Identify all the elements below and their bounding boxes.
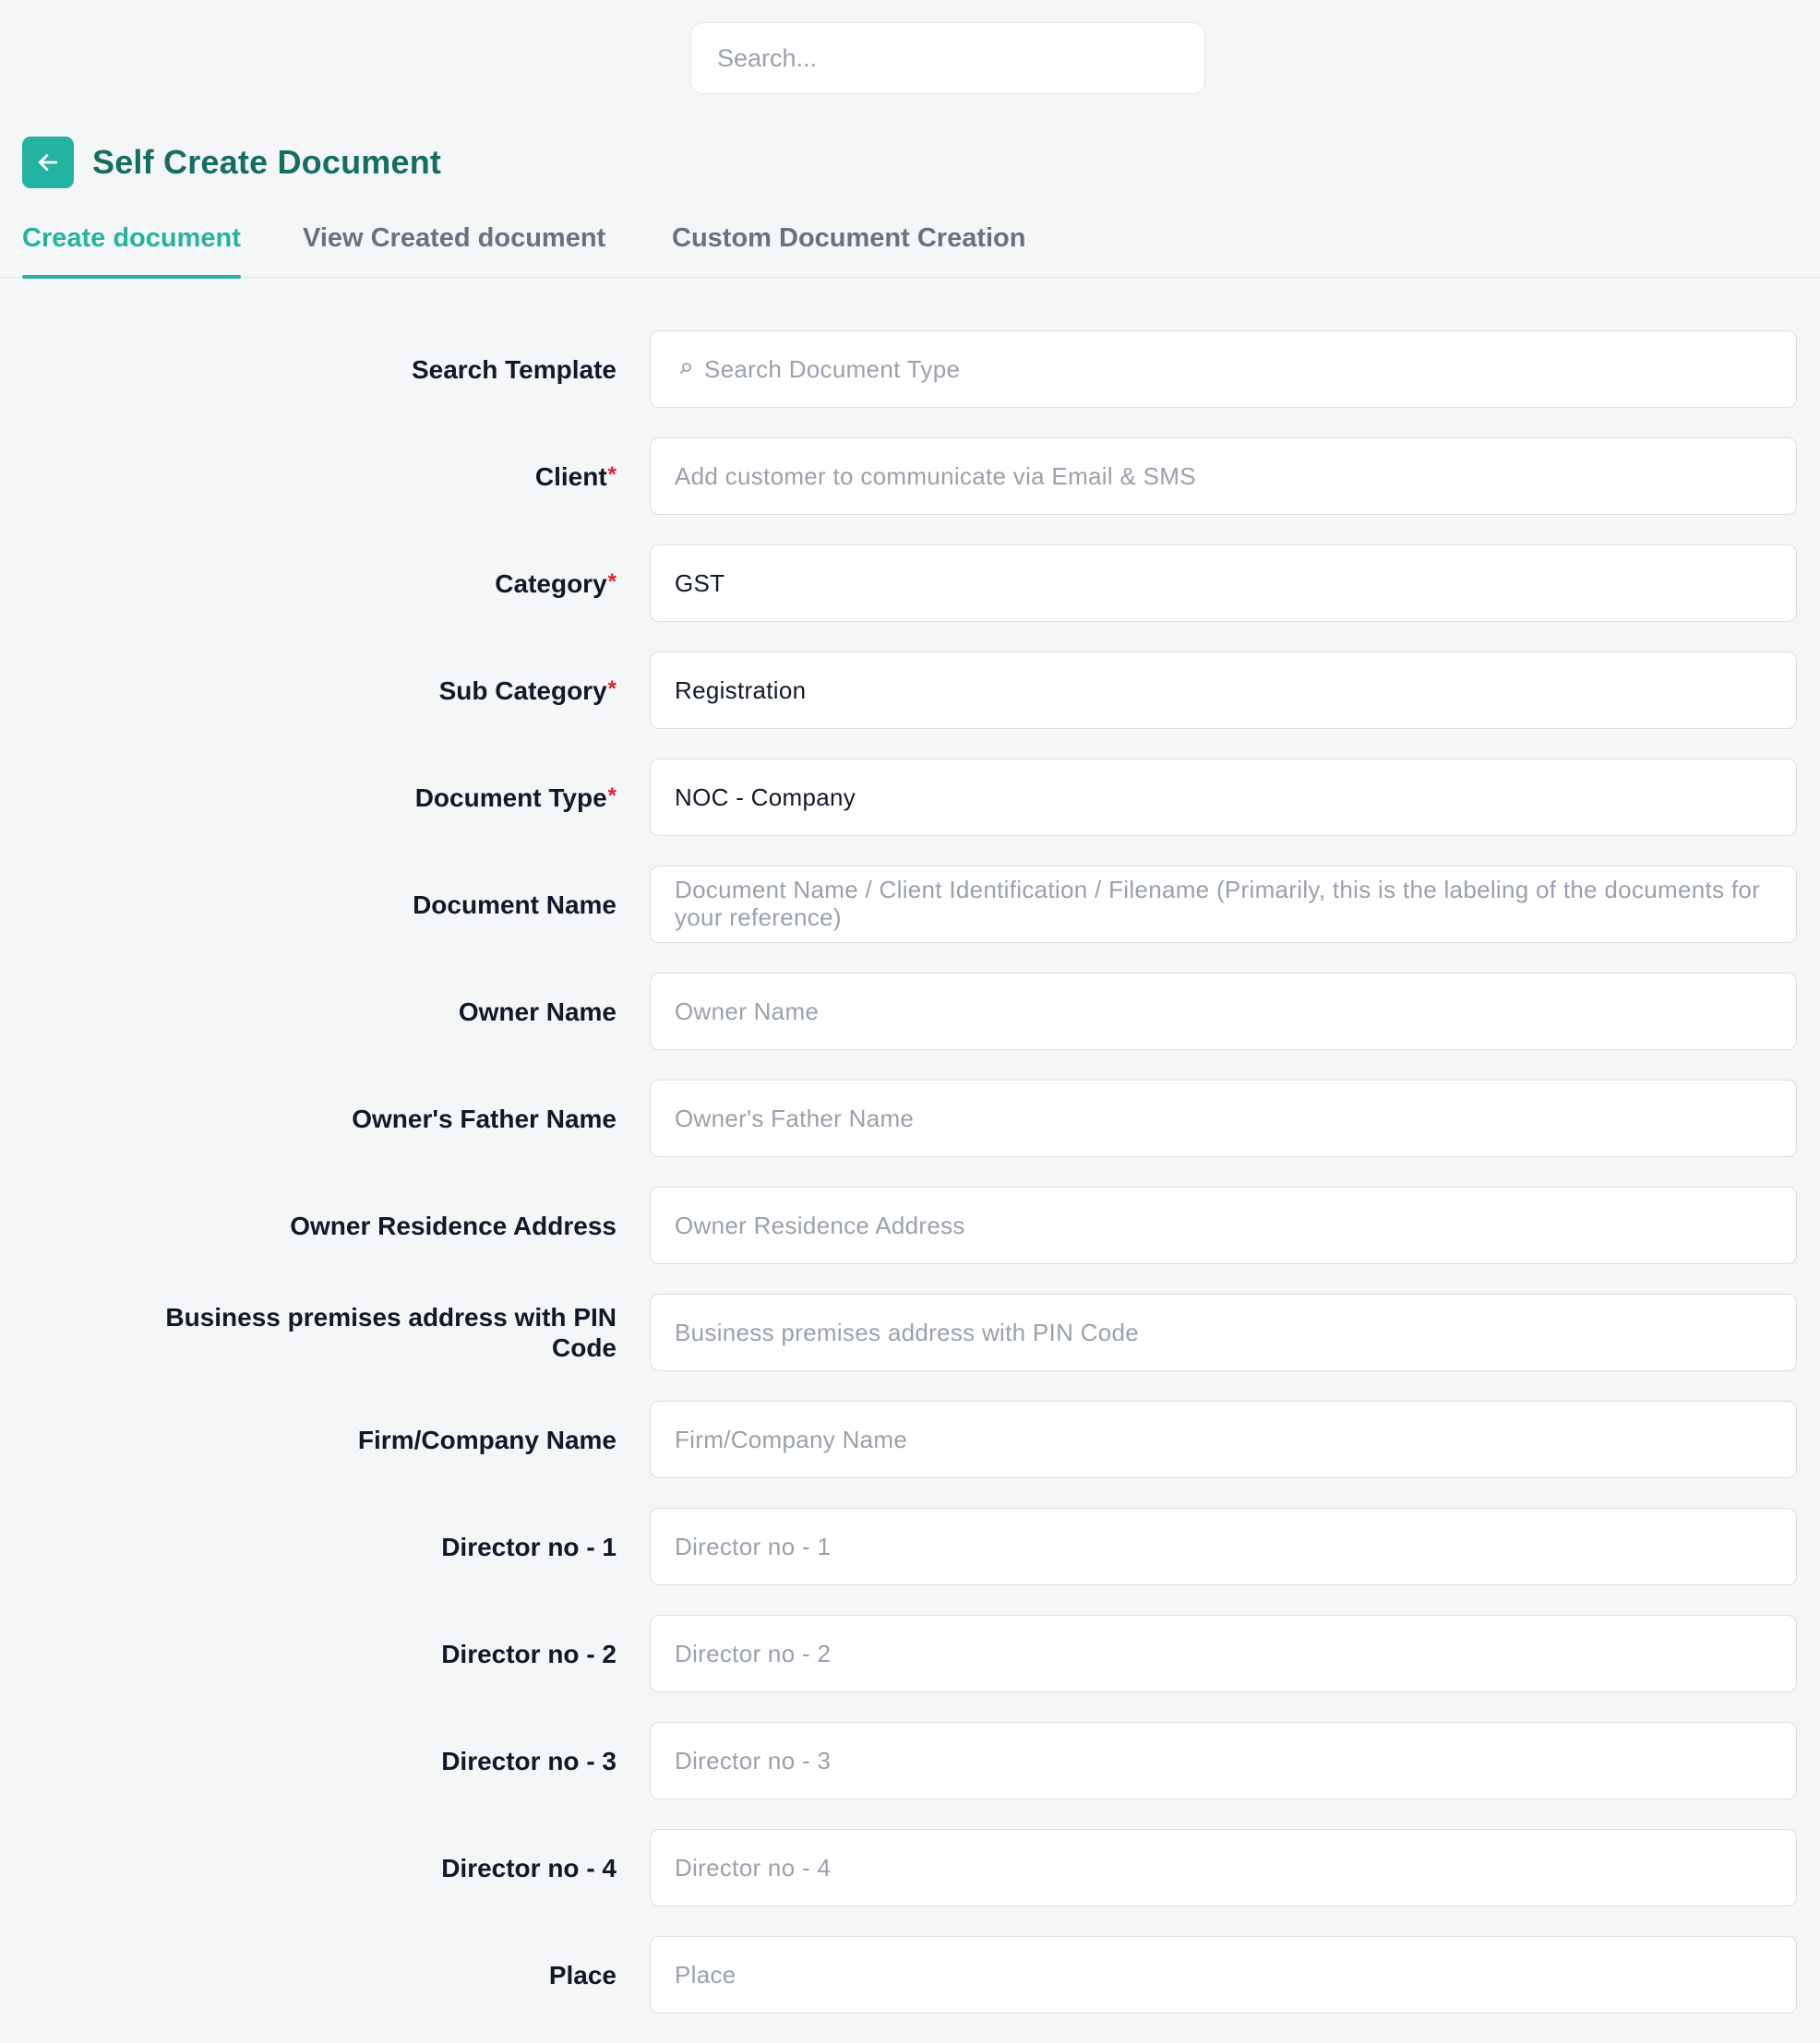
page-title: Self Create Document (92, 143, 442, 181)
sub-category-select[interactable]: Registration (650, 651, 1797, 729)
page-header: Self Create Document (22, 137, 441, 188)
field-label: Owner Residence Address (290, 1211, 617, 1240)
owner-residence-address-field[interactable] (650, 1187, 1797, 1264)
business-address-field[interactable] (650, 1294, 1797, 1371)
document-name-field[interactable] (650, 866, 1797, 943)
required-mark: * (607, 676, 617, 701)
field-label: Document Type * (100, 759, 617, 836)
form-row-director-2: Director no - 2 (0, 1615, 1820, 1692)
document-type-value: NOC - Company (675, 783, 856, 811)
place-input[interactable] (675, 1960, 1772, 1989)
global-search-input[interactable] (690, 22, 1205, 94)
field-label: Director no - 4 (441, 1853, 617, 1882)
field-label: Document Name (413, 890, 617, 919)
field-label: Search Template (411, 354, 617, 384)
required-mark: * (607, 569, 617, 594)
owner-father-name-input[interactable] (675, 1104, 1772, 1133)
form-row-owner-residence-address: Owner Residence Address (0, 1187, 1820, 1264)
document-type-select[interactable]: NOC - Company (650, 759, 1797, 836)
director-4-field[interactable] (650, 1829, 1797, 1906)
form-row-place: Place (0, 1936, 1820, 2013)
form-row-client: Client * (0, 437, 1820, 515)
required-mark: * (607, 462, 617, 487)
client-select[interactable] (650, 437, 1797, 515)
tab-bar: Create document View Created document Cu… (0, 218, 1820, 279)
firm-name-field[interactable] (650, 1401, 1797, 1478)
owner-name-field[interactable] (650, 973, 1797, 1050)
category-value: GST (675, 568, 725, 597)
create-document-form: Search Template Client* Category* GST Su… (0, 330, 1820, 2043)
field-label: Owner Name (458, 997, 617, 1026)
form-row-owner-father-name: Owner's Father Name (0, 1080, 1820, 1157)
director-4-input[interactable] (675, 1853, 1772, 1882)
business-address-input[interactable] (675, 1318, 1772, 1347)
category-select[interactable]: GST (650, 544, 1797, 622)
form-row-director-4: Director no - 4 (0, 1829, 1820, 1906)
tab-create-document[interactable]: Create document (22, 218, 241, 279)
director-3-field[interactable] (650, 1722, 1797, 1799)
director-1-field[interactable] (650, 1508, 1797, 1585)
form-row-search-template: Search Template (0, 330, 1820, 408)
tab-custom-document-creation[interactable]: Custom Document Creation (672, 218, 1025, 277)
field-label: Firm/Company Name (357, 1425, 617, 1454)
director-3-input[interactable] (675, 1746, 1772, 1775)
field-label: Director no - 2 (441, 1639, 617, 1668)
owner-residence-address-input[interactable] (675, 1211, 1772, 1240)
director-2-input[interactable] (675, 1639, 1772, 1668)
form-row-document-name: Document Name (0, 866, 1820, 943)
search-template-select[interactable] (650, 330, 1797, 408)
director-1-input[interactable] (675, 1532, 1772, 1561)
form-row-sub-category: Sub Category * Registration (0, 651, 1820, 729)
arrow-left-icon (38, 154, 58, 171)
field-label: Director no - 3 (441, 1746, 617, 1775)
sub-category-value: Registration (675, 675, 807, 704)
field-label: Sub Category * (100, 651, 617, 729)
document-name-input[interactable] (675, 876, 1772, 933)
form-row-director-1: Director no - 1 (0, 1508, 1820, 1585)
form-row-document-type: Document Type * NOC - Company (0, 759, 1820, 836)
field-label: Place (548, 1960, 617, 1989)
form-row-owner-name: Owner Name (0, 973, 1820, 1050)
owner-father-name-field[interactable] (650, 1080, 1797, 1157)
field-label: Director no - 1 (441, 1532, 617, 1561)
field-label: Client * (100, 437, 617, 515)
form-row-firm-name: Firm/Company Name (0, 1401, 1820, 1478)
back-button[interactable] (22, 137, 74, 188)
director-2-field[interactable] (650, 1615, 1797, 1692)
form-row-category: Category * GST (0, 544, 1820, 622)
place-field[interactable] (650, 1936, 1797, 2013)
client-input[interactable] (675, 461, 1772, 491)
search-icon (680, 363, 691, 374)
firm-name-input[interactable] (675, 1425, 1772, 1454)
search-template-input[interactable] (704, 354, 1772, 384)
required-mark: * (607, 783, 617, 808)
form-row-director-3: Director no - 3 (0, 1722, 1820, 1799)
tab-view-created-document[interactable]: View Created document (303, 218, 605, 277)
owner-name-input[interactable] (675, 997, 1772, 1026)
field-label: Business premises address with PIN Code (165, 1303, 617, 1362)
field-label: Owner's Father Name (352, 1104, 617, 1133)
form-row-business-address: Business premises address with PIN Code (0, 1294, 1820, 1371)
field-label: Category * (100, 544, 617, 622)
